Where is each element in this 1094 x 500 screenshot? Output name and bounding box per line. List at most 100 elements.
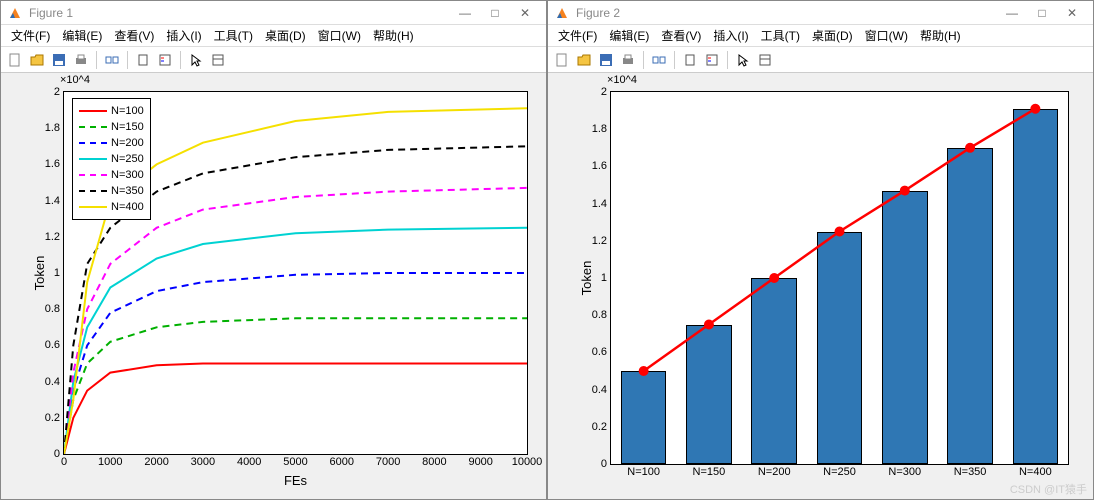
y-tick: 1.2	[45, 231, 64, 243]
x-tick: 6000	[330, 454, 354, 468]
menu-file[interactable]: 文件(F)	[552, 25, 603, 46]
menu-edit[interactable]: 编辑(E)	[603, 25, 655, 46]
link-icon[interactable]	[102, 50, 122, 70]
y-tick: 1.2	[592, 235, 611, 247]
x-label: FEs	[284, 473, 307, 488]
x-tick: N=150	[693, 464, 726, 478]
legend-label: N=250	[111, 153, 144, 165]
y-exponent: ×10^4	[60, 74, 90, 86]
y-tick: 0.4	[592, 384, 611, 396]
legend-row: N=200	[79, 135, 144, 151]
toolbar	[1, 47, 546, 73]
pointer-icon[interactable]	[733, 50, 753, 70]
toolbar-separator	[643, 51, 644, 69]
insert-legend-icon[interactable]	[702, 50, 722, 70]
open-icon[interactable]	[27, 50, 47, 70]
link-icon[interactable]	[649, 50, 669, 70]
menu-tools[interactable]: 工具(T)	[755, 25, 806, 46]
insert-legend-icon[interactable]	[155, 50, 175, 70]
toolbar	[548, 47, 1093, 73]
marker-icon	[835, 227, 845, 237]
toolbar-separator	[727, 51, 728, 69]
x-tick: 9000	[468, 454, 492, 468]
menu-file[interactable]: 文件(F)	[5, 25, 56, 46]
x-tick: N=250	[823, 464, 856, 478]
save-icon[interactable]	[49, 50, 69, 70]
matlab-icon	[554, 5, 570, 21]
y-tick: 1.8	[592, 123, 611, 135]
legend-label: N=100	[111, 105, 144, 117]
y-tick: 0.6	[45, 339, 64, 351]
menu-desktop[interactable]: 桌面(D)	[806, 25, 859, 46]
legend-swatch-icon	[79, 174, 107, 176]
y-tick: 1	[54, 267, 64, 279]
y-label: Token	[32, 256, 47, 291]
menu-window[interactable]: 窗口(W)	[312, 25, 367, 46]
y-tick: 0.6	[592, 346, 611, 358]
legend-row: N=150	[79, 119, 144, 135]
y-tick: 0	[601, 458, 611, 470]
plot-area-2: ×10^4 Token 00.20.40.60.811.21.41.61.82N…	[548, 73, 1093, 499]
menu-tools[interactable]: 工具(T)	[208, 25, 259, 46]
x-tick: N=400	[1019, 464, 1052, 478]
legend-swatch-icon	[79, 142, 107, 144]
menu-insert[interactable]: 插入(I)	[160, 25, 207, 46]
x-tick: 7000	[376, 454, 400, 468]
edit-plot-icon[interactable]	[755, 50, 775, 70]
new-icon[interactable]	[552, 50, 572, 70]
series-N=100	[64, 364, 527, 455]
watermark: CSDN @IT猿手	[1010, 481, 1087, 497]
minimize-button[interactable]: —	[997, 3, 1027, 23]
print-icon[interactable]	[618, 50, 638, 70]
insert-colorbar-icon[interactable]	[133, 50, 153, 70]
toolbar-separator	[674, 51, 675, 69]
x-tick: 8000	[422, 454, 446, 468]
legend-swatch-icon	[79, 126, 107, 128]
menu-view[interactable]: 查看(V)	[655, 25, 707, 46]
y-label: Token	[579, 261, 594, 296]
legend-row: N=400	[79, 199, 144, 215]
matlab-icon	[7, 5, 23, 21]
marker-icon	[1030, 104, 1040, 114]
legend-swatch-icon	[79, 158, 107, 160]
menu-view[interactable]: 查看(V)	[108, 25, 160, 46]
close-button[interactable]: ✕	[510, 3, 540, 23]
legend-swatch-icon	[79, 110, 107, 112]
y-tick: 0.8	[592, 309, 611, 321]
menu-help[interactable]: 帮助(H)	[914, 25, 967, 46]
legend-label: N=400	[111, 201, 144, 213]
menubar: 文件(F) 编辑(E) 查看(V) 插入(I) 工具(T) 桌面(D) 窗口(W…	[1, 25, 546, 47]
maximize-button[interactable]: □	[480, 3, 510, 23]
minimize-button[interactable]: —	[450, 3, 480, 23]
y-tick: 1.6	[592, 160, 611, 172]
figure-window-2: Figure 2 — □ ✕ 文件(F) 编辑(E) 查看(V) 插入(I) 工…	[547, 0, 1094, 500]
y-tick: 1.8	[45, 122, 64, 134]
marker-icon	[769, 273, 779, 283]
maximize-button[interactable]: □	[1027, 3, 1057, 23]
menu-help[interactable]: 帮助(H)	[367, 25, 420, 46]
save-icon[interactable]	[596, 50, 616, 70]
marker-icon	[704, 320, 714, 330]
x-tick: 2000	[144, 454, 168, 468]
legend-label: N=200	[111, 137, 144, 149]
window-title: Figure 1	[29, 6, 450, 20]
close-button[interactable]: ✕	[1057, 3, 1087, 23]
legend-label: N=150	[111, 121, 144, 133]
menu-window[interactable]: 窗口(W)	[859, 25, 914, 46]
menu-insert[interactable]: 插入(I)	[707, 25, 754, 46]
print-icon[interactable]	[71, 50, 91, 70]
series-N=250	[64, 228, 527, 454]
new-icon[interactable]	[5, 50, 25, 70]
y-tick: 0.4	[45, 376, 64, 388]
open-icon[interactable]	[574, 50, 594, 70]
edit-plot-icon[interactable]	[208, 50, 228, 70]
x-tick: N=200	[758, 464, 791, 478]
legend[interactable]: N=100N=150N=200N=250N=300N=350N=400	[72, 98, 151, 220]
x-tick: N=100	[627, 464, 660, 478]
toolbar-separator	[96, 51, 97, 69]
menu-desktop[interactable]: 桌面(D)	[259, 25, 312, 46]
menu-edit[interactable]: 编辑(E)	[56, 25, 108, 46]
legend-row: N=250	[79, 151, 144, 167]
pointer-icon[interactable]	[186, 50, 206, 70]
insert-colorbar-icon[interactable]	[680, 50, 700, 70]
